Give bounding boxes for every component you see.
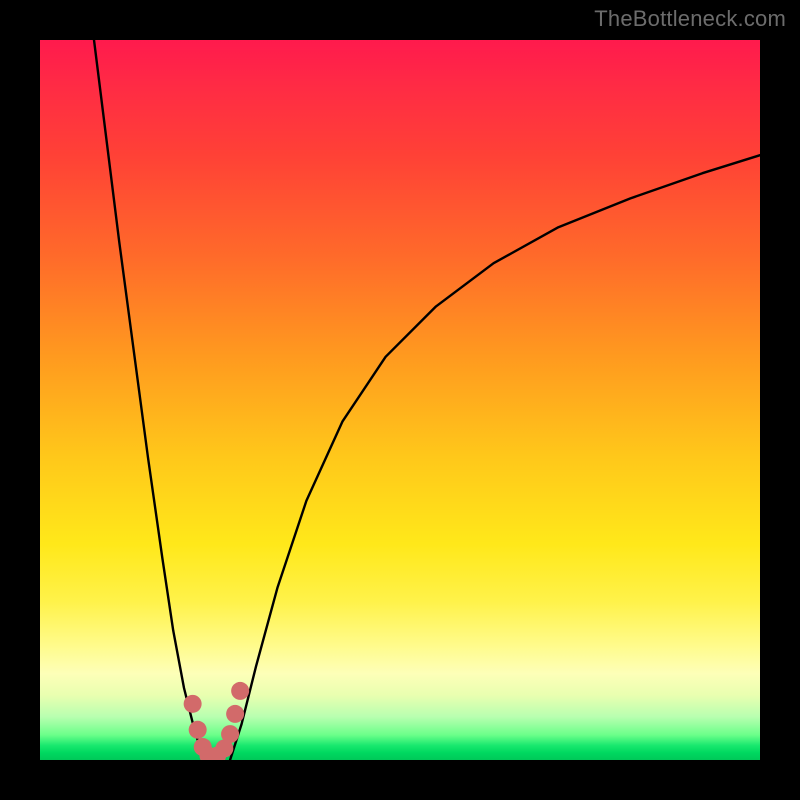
watermark-text: TheBottleneck.com <box>594 6 786 32</box>
trough-marker <box>231 682 249 700</box>
trough-marker <box>184 695 202 713</box>
trough-marker <box>221 725 239 743</box>
curve-left-branch <box>94 40 204 760</box>
curve-right-branch <box>230 155 760 760</box>
chart-svg <box>40 40 760 760</box>
trough-marker <box>226 705 244 723</box>
outer-frame: TheBottleneck.com <box>0 0 800 800</box>
plot-area <box>40 40 760 760</box>
trough-marker <box>189 721 207 739</box>
